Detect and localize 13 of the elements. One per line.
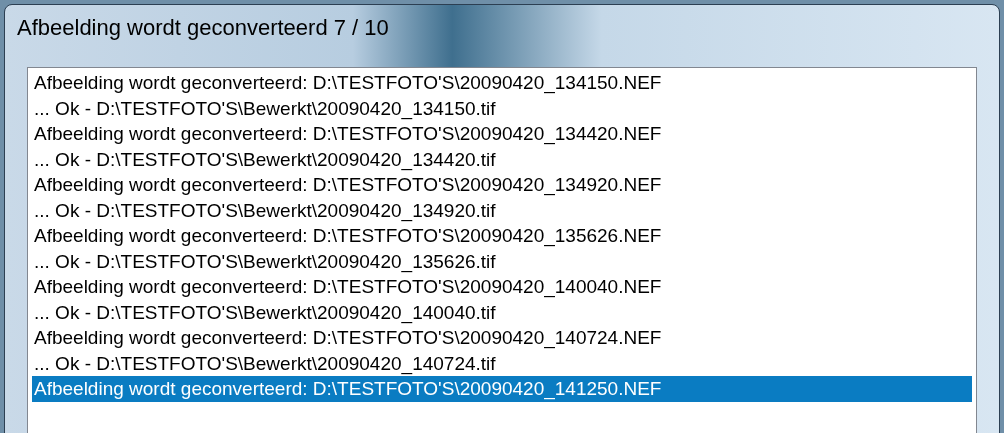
log-line[interactable]: ... Ok - D:\TESTFOTO'S\Bewerkt\20090420_134920.tif: [32, 197, 972, 223]
log-line[interactable]: ... Ok - D:\TESTFOTO'S\Bewerkt\20090420_134420.tif: [32, 146, 972, 172]
log-line[interactable]: Afbeelding wordt geconverteerd: D:\TESTFOTO'S\20090420_134420.NEF: [32, 121, 972, 147]
log-line[interactable]: Afbeelding wordt geconverteerd: D:\TESTFOTO'S\20090420_135626.NEF: [32, 223, 972, 249]
log-line[interactable]: Afbeelding wordt geconverteerd: D:\TESTFOTO'S\20090420_140724.NEF: [32, 325, 972, 351]
log-line[interactable]: ... Ok - D:\TESTFOTO'S\Bewerkt\20090420_140724.tif: [32, 350, 972, 376]
log-line[interactable]: Afbeelding wordt geconverteerd: D:\TESTFOTO'S\20090420_134150.NEF: [32, 70, 972, 96]
log-line[interactable]: Afbeelding wordt geconverteerd: D:\TESTFOTO'S\20090420_134920.NEF: [32, 172, 972, 198]
window-title: Afbeelding wordt geconverteerd 7 / 10: [17, 13, 389, 42]
log-line[interactable]: ... Ok - D:\TESTFOTO'S\Bewerkt\20090420_135626.tif: [32, 248, 972, 274]
log-line[interactable]: ... Ok - D:\TESTFOTO'S\Bewerkt\20090420_140040.tif: [32, 299, 972, 325]
log-line[interactable]: Afbeelding wordt geconverteerd: D:\TESTFOTO'S\20090420_140040.NEF: [32, 274, 972, 300]
log-line[interactable]: ... Ok - D:\TESTFOTO'S\Bewerkt\20090420_134150.tif: [32, 95, 972, 121]
